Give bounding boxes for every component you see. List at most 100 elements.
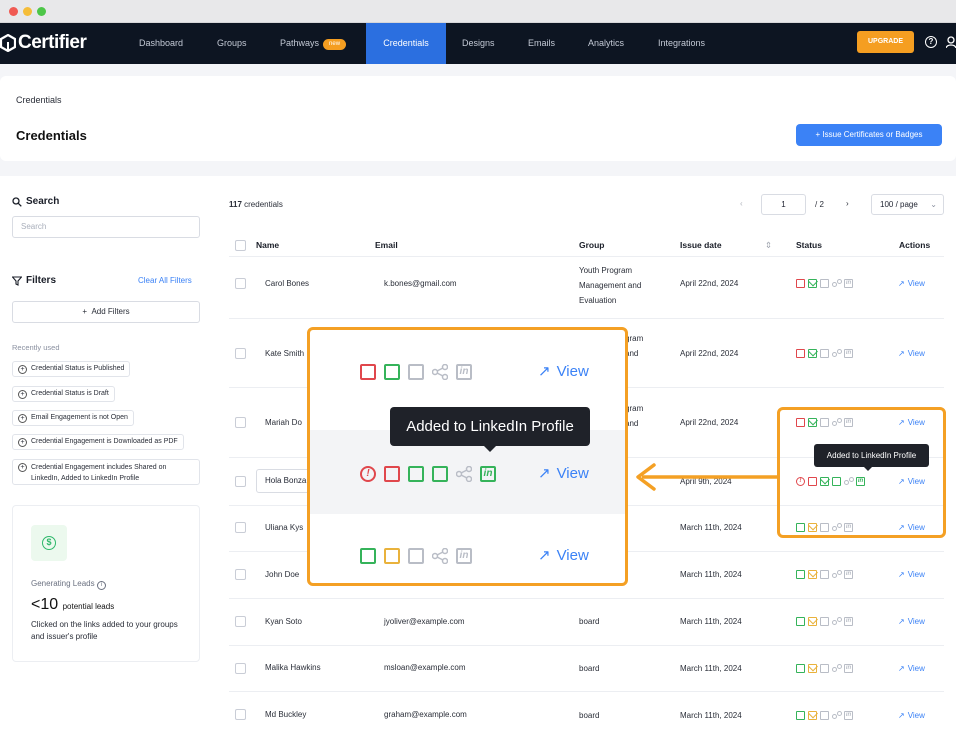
share-icon[interactable] — [832, 279, 842, 288]
user-icon[interactable] — [946, 36, 956, 48]
filter-chip[interactable]: + Credential Status is Published — [12, 361, 131, 377]
certificate-icon[interactable] — [384, 466, 400, 482]
certificate-icon[interactable] — [796, 711, 805, 720]
filter-chip[interactable]: + Email Engagement is not Open — [12, 410, 134, 426]
row-checkbox[interactable] — [235, 278, 246, 289]
email-icon[interactable] — [808, 349, 817, 358]
search-input[interactable]: Search — [12, 216, 200, 238]
help-icon[interactable]: ? — [925, 36, 937, 48]
linkedin-icon[interactable]: in — [844, 617, 853, 626]
filter-chip[interactable]: + Credential Status is Draft — [12, 386, 115, 402]
zoom-view-link[interactable]: ↗ View — [538, 546, 589, 565]
next-page-icon[interactable]: › — [846, 199, 849, 208]
column-header-group[interactable]: Group — [579, 240, 605, 250]
view-link[interactable]: ↗ View — [898, 279, 925, 288]
breadcrumb[interactable]: Credentials — [16, 95, 62, 105]
view-link[interactable]: ↗ View — [898, 617, 925, 626]
share-icon[interactable] — [456, 466, 472, 482]
cell-name[interactable]: Carol Bones — [265, 279, 309, 288]
cell-name[interactable]: Mariah Do — [265, 418, 302, 427]
email-icon[interactable] — [408, 466, 424, 482]
issue-credentials-button[interactable]: + Issue Certificates or Badges — [796, 124, 942, 146]
page-number-input[interactable]: 1 — [761, 194, 806, 215]
row-checkbox[interactable] — [235, 663, 246, 674]
info-icon[interactable]: i — [96, 581, 106, 590]
prev-page-icon[interactable]: ‹ — [740, 199, 743, 208]
badge-icon[interactable] — [408, 364, 424, 380]
view-link[interactable]: ↗ View — [898, 664, 925, 673]
per-page-select[interactable]: 100 / page ⌄ — [871, 194, 944, 215]
zoom-view-link[interactable]: ↗ View — [538, 464, 589, 483]
nav-integrations[interactable]: Integrations — [658, 23, 705, 64]
cell-name[interactable]: Uliana Kys — [265, 523, 303, 532]
email-icon[interactable] — [384, 364, 400, 380]
badge-icon[interactable] — [408, 548, 424, 564]
badge-icon[interactable] — [432, 466, 448, 482]
sort-icon[interactable]: ⇕ — [765, 240, 772, 251]
linkedin-icon[interactable]: in — [844, 664, 853, 673]
nav-groups[interactable]: Groups — [217, 23, 247, 64]
certificate-icon[interactable] — [360, 364, 376, 380]
share-icon[interactable] — [832, 617, 842, 626]
share-icon[interactable] — [832, 711, 842, 720]
view-link[interactable]: ↗ View — [898, 349, 925, 358]
select-all-checkbox[interactable] — [235, 240, 246, 251]
badge-icon[interactable] — [820, 711, 829, 720]
row-checkbox[interactable] — [235, 476, 246, 487]
certificate-icon[interactable] — [796, 664, 805, 673]
view-link[interactable]: ↗ View — [898, 711, 925, 720]
share-icon[interactable] — [432, 364, 448, 380]
nav-pathways[interactable]: Pathways new — [280, 23, 347, 64]
share-icon[interactable] — [832, 664, 842, 673]
certifier-logo[interactable]: Certifier — [0, 32, 87, 54]
nav-dashboard[interactable]: Dashboard — [139, 23, 183, 64]
share-icon[interactable] — [832, 570, 842, 579]
filter-chip[interactable]: + Credential Engagement is Downloaded as … — [12, 434, 184, 450]
column-header-name[interactable]: Name — [256, 240, 279, 250]
column-header-email[interactable]: Email — [375, 240, 398, 250]
nav-emails[interactable]: Emails — [528, 23, 555, 64]
cell-name[interactable]: Malika Hawkins — [265, 663, 321, 672]
filter-chip[interactable]: + Credential Engagement includes Shared o… — [12, 459, 200, 485]
email-icon[interactable] — [808, 617, 817, 626]
certificate-icon[interactable] — [796, 349, 805, 358]
nav-analytics[interactable]: Analytics — [588, 23, 624, 64]
share-icon[interactable] — [432, 548, 448, 564]
badge-icon[interactable] — [820, 570, 829, 579]
email-icon[interactable] — [384, 548, 400, 564]
linkedin-icon[interactable]: in — [844, 349, 853, 358]
email-icon[interactable] — [808, 711, 817, 720]
row-checkbox[interactable] — [235, 348, 246, 359]
linkedin-icon[interactable]: in — [456, 548, 472, 564]
upgrade-button[interactable]: UPGRADE — [857, 31, 914, 53]
certificate-icon[interactable] — [796, 279, 805, 288]
certificate-icon[interactable] — [796, 617, 805, 626]
linkedin-icon[interactable]: in — [480, 466, 496, 482]
badge-icon[interactable] — [820, 664, 829, 673]
email-icon[interactable] — [808, 570, 817, 579]
badge-icon[interactable] — [820, 349, 829, 358]
cell-name[interactable]: Kate Smith — [265, 349, 304, 358]
share-icon[interactable] — [832, 349, 842, 358]
cell-name[interactable]: Md Buckley — [265, 710, 306, 719]
cell-name[interactable]: John Doe — [265, 570, 299, 579]
row-checkbox[interactable] — [235, 522, 246, 533]
cell-name-editing[interactable]: Hola Bonza — [256, 469, 312, 493]
alert-icon[interactable]: ! — [360, 466, 376, 482]
badge-icon[interactable] — [820, 279, 829, 288]
email-icon[interactable] — [808, 279, 817, 288]
minimize-window-dot[interactable] — [23, 7, 32, 16]
clear-all-filters-link[interactable]: Clear All Filters — [138, 276, 192, 285]
row-checkbox[interactable] — [235, 616, 246, 627]
close-window-dot[interactable] — [9, 7, 18, 16]
badge-icon[interactable] — [820, 617, 829, 626]
certificate-icon[interactable] — [360, 548, 376, 564]
add-filters-button[interactable]: + Add Filters — [12, 301, 200, 323]
nav-credentials[interactable]: Credentials — [366, 23, 446, 64]
linkedin-icon[interactable]: in — [844, 711, 853, 720]
email-icon[interactable] — [808, 664, 817, 673]
nav-designs[interactable]: Designs — [462, 23, 495, 64]
certificate-icon[interactable] — [796, 570, 805, 579]
zoom-view-link[interactable]: ↗ View — [538, 362, 589, 381]
maximize-window-dot[interactable] — [37, 7, 46, 16]
